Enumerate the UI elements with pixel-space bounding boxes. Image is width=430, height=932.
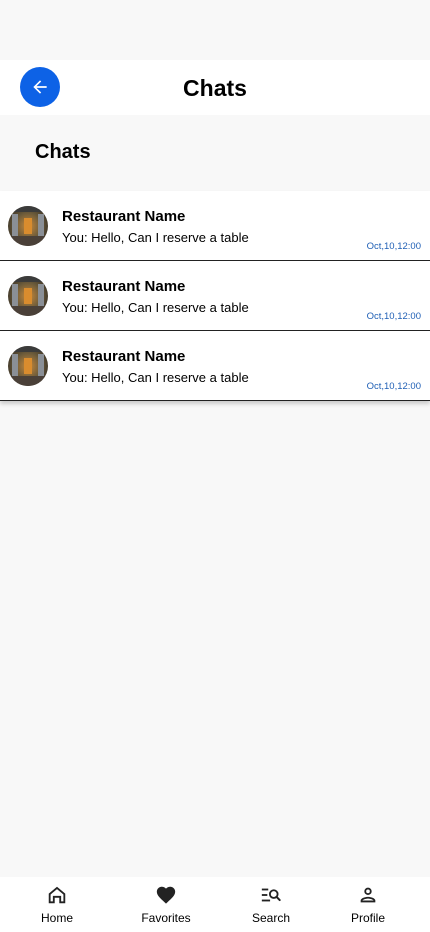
section-title: Chats bbox=[35, 141, 91, 163]
nav-profile[interactable]: Profile bbox=[328, 877, 408, 932]
restaurant-avatar bbox=[8, 346, 48, 386]
bottom-navigation: Home Favorites Search Profile bbox=[0, 877, 430, 932]
nav-label: Favorites bbox=[141, 911, 191, 925]
section-header: Chats bbox=[0, 115, 430, 191]
home-icon bbox=[48, 886, 66, 904]
chat-name: Restaurant Name bbox=[62, 278, 186, 295]
nav-label: Search bbox=[251, 911, 291, 925]
chat-name: Restaurant Name bbox=[62, 348, 186, 365]
nav-label: Profile bbox=[350, 911, 385, 925]
chat-timestamp: Oct,10,12:00 bbox=[366, 311, 421, 322]
restaurant-photo-icon bbox=[8, 276, 48, 316]
restaurant-avatar bbox=[8, 276, 48, 316]
restaurant-photo-icon bbox=[8, 206, 48, 246]
status-bar-area bbox=[0, 0, 430, 60]
chat-list-item[interactable]: Restaurant Name You: Hello, Can I reserv… bbox=[0, 331, 430, 401]
page-title: Chats bbox=[183, 75, 247, 101]
search-icon bbox=[261, 888, 281, 902]
chat-list: Restaurant Name You: Hello, Can I reserv… bbox=[0, 191, 430, 401]
chat-last-message: You: Hello, Can I reserve a table bbox=[62, 370, 249, 385]
chat-last-message: You: Hello, Can I reserve a table bbox=[62, 300, 249, 315]
nav-search[interactable]: Search bbox=[231, 877, 311, 932]
nav-favorites[interactable]: Favorites bbox=[126, 877, 206, 932]
heart-icon bbox=[156, 886, 176, 904]
chat-last-message: You: Hello, Can I reserve a table bbox=[62, 230, 249, 245]
nav-label: Home bbox=[40, 911, 73, 925]
restaurant-avatar bbox=[8, 206, 48, 246]
restaurant-photo-icon bbox=[8, 346, 48, 386]
chat-list-item[interactable]: Restaurant Name You: Hello, Can I reserv… bbox=[0, 261, 430, 331]
top-app-bar: Chats bbox=[0, 60, 430, 115]
nav-home[interactable]: Home bbox=[17, 877, 97, 932]
chat-timestamp: Oct,10,12:00 bbox=[366, 241, 421, 252]
chat-list-item[interactable]: Restaurant Name You: Hello, Can I reserv… bbox=[0, 191, 430, 261]
chat-name: Restaurant Name bbox=[62, 208, 186, 225]
person-icon bbox=[360, 887, 376, 903]
chat-timestamp: Oct,10,12:00 bbox=[366, 381, 421, 392]
